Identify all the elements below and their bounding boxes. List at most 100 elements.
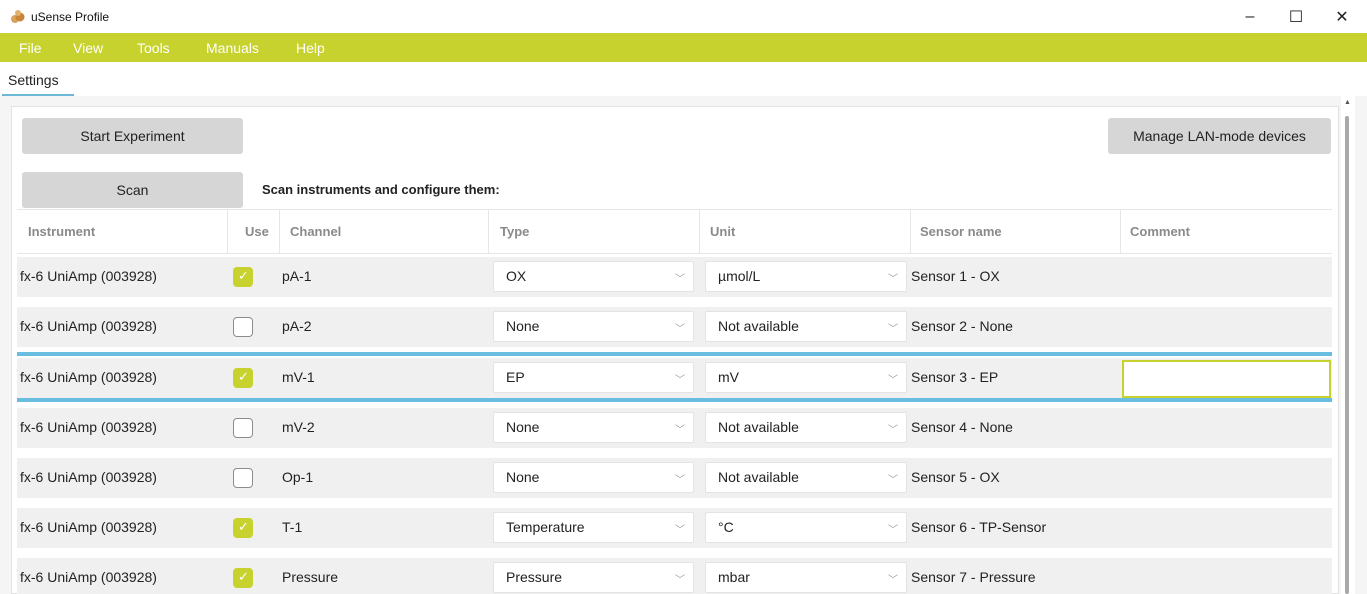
chevron-down-icon: ﹀	[888, 324, 898, 335]
type-dropdown[interactable]: None ﹀	[493, 412, 694, 443]
header-type: Type	[500, 224, 530, 239]
type-value: Temperature	[506, 519, 585, 535]
instrument-cell: fx-6 UniAmp (003928)	[20, 569, 157, 585]
channel-cell: Op-1	[282, 469, 314, 485]
channel-cell: Pressure	[282, 569, 339, 585]
use-checkbox[interactable]	[233, 317, 253, 337]
close-icon: ✕	[1335, 8, 1349, 26]
menu-manuals[interactable]: Manuals	[206, 40, 259, 56]
instrument-cell: fx-6 UniAmp (003928)	[20, 318, 157, 334]
column-divider	[910, 210, 911, 254]
selected-row-border-top	[17, 352, 1332, 356]
unit-dropdown[interactable]: Not available ﹀	[705, 462, 907, 493]
sensor-name-cell: Sensor 4 - None	[911, 419, 1013, 435]
table-row[interactable]: fx-6 UniAmp (003928) pA-2 None ﹀ Not availab…	[17, 307, 1332, 347]
manage-lan-devices-button[interactable]: Manage LAN-mode devices	[1108, 118, 1331, 154]
scan-button[interactable]: Scan	[22, 172, 243, 208]
chevron-down-icon: ﹀	[675, 475, 685, 486]
table-row[interactable]: fx-6 UniAmp (003928) Op-1 None ﹀ Not availab…	[17, 458, 1332, 498]
table-row[interactable]: fx-6 UniAmp (003928) ✓ mV-1 EP ﹀ mV ﹀ Sensor 3 …	[17, 358, 1332, 398]
table-row[interactable]: fx-6 UniAmp (003928) ✓ pA-1 OX ﹀ µmol/L ﹀ Senso…	[17, 257, 1332, 297]
channel-cell: pA-1	[282, 268, 312, 284]
table-row[interactable]: fx-6 UniAmp (003928) ✓ T-1 Temperature ﹀ °C ﹀ S…	[17, 508, 1332, 548]
chevron-down-icon: ﹀	[675, 525, 685, 536]
type-dropdown[interactable]: Pressure ﹀	[493, 562, 694, 593]
type-dropdown[interactable]: None ﹀	[493, 311, 694, 342]
column-divider	[227, 210, 228, 254]
use-checkbox[interactable]	[233, 468, 253, 488]
table-row[interactable]: fx-6 UniAmp (003928) mV-2 None ﹀ Not availab…	[17, 408, 1332, 448]
channel-cell: mV-1	[282, 369, 315, 385]
menu-bar: File View Tools Manuals Help	[0, 33, 1367, 62]
column-divider	[699, 210, 700, 254]
column-divider	[488, 210, 489, 254]
channel-cell: mV-2	[282, 419, 315, 435]
window-title: uSense Profile	[31, 10, 110, 24]
scrollbar-thumb[interactable]	[1345, 116, 1349, 594]
minimize-button[interactable]: –	[1227, 0, 1273, 33]
chevron-down-icon: ﹀	[675, 324, 685, 335]
unit-value: µmol/L	[718, 268, 761, 284]
header-unit: Unit	[710, 224, 736, 239]
type-value: None	[506, 419, 540, 435]
menu-view[interactable]: View	[73, 40, 103, 56]
unit-dropdown[interactable]: mbar ﹀	[705, 562, 907, 593]
chevron-down-icon: ﹀	[888, 425, 898, 436]
instrument-cell: fx-6 UniAmp (003928)	[20, 469, 157, 485]
header-channel: Channel	[290, 224, 342, 239]
type-dropdown[interactable]: Temperature ﹀	[493, 512, 694, 543]
unit-value: mV	[718, 369, 739, 385]
type-value: Pressure	[506, 569, 563, 585]
type-dropdown[interactable]: OX ﹀	[493, 261, 694, 292]
tab-settings[interactable]: Settings	[8, 72, 59, 88]
checkmark-icon: ✓	[238, 269, 249, 284]
instrument-cell: fx-6 UniAmp (003928)	[20, 519, 157, 535]
sensor-name-cell: Sensor 3 - EP	[911, 369, 999, 385]
start-experiment-button[interactable]: Start Experiment	[22, 118, 243, 154]
sensor-name-cell: Sensor 7 - Pressure	[911, 569, 1036, 585]
menu-file[interactable]: File	[19, 40, 42, 56]
unit-value: Not available	[718, 318, 799, 334]
column-divider	[1120, 210, 1121, 254]
use-checkbox[interactable]: ✓	[233, 368, 253, 388]
use-checkbox[interactable]	[233, 418, 253, 438]
chevron-down-icon: ﹀	[888, 575, 898, 586]
unit-value: Not available	[718, 419, 799, 435]
scroll-up-icon[interactable]: ▲	[1344, 99, 1351, 106]
type-dropdown[interactable]: None ﹀	[493, 462, 694, 493]
instrument-cell: fx-6 UniAmp (003928)	[20, 268, 157, 284]
maximize-button[interactable]: ☐	[1273, 0, 1319, 33]
unit-dropdown[interactable]: µmol/L ﹀	[705, 261, 907, 292]
chevron-down-icon: ﹀	[675, 274, 685, 285]
channel-cell: pA-2	[282, 318, 312, 334]
type-dropdown[interactable]: EP ﹀	[493, 362, 694, 393]
unit-dropdown[interactable]: °C ﹀	[705, 512, 907, 543]
maximize-icon: ☐	[1288, 8, 1304, 26]
chevron-down-icon: ﹀	[675, 425, 685, 436]
instrument-cell: fx-6 UniAmp (003928)	[20, 419, 157, 435]
tab-strip: Settings	[0, 62, 1367, 96]
chevron-down-icon: ﹀	[888, 475, 898, 486]
checkmark-icon: ✓	[238, 520, 249, 535]
checkmark-icon: ✓	[238, 370, 249, 385]
header-comment: Comment	[1130, 224, 1190, 239]
type-value: None	[506, 469, 540, 485]
use-checkbox[interactable]: ✓	[233, 518, 253, 538]
use-checkbox[interactable]: ✓	[233, 568, 253, 588]
table-row[interactable]: fx-6 UniAmp (003928) ✓ Pressure Pressure ﹀ mb…	[17, 558, 1332, 594]
use-checkbox[interactable]: ✓	[233, 267, 253, 287]
channel-cell: T-1	[282, 519, 303, 535]
sensor-name-cell: Sensor 5 - OX	[911, 469, 1000, 485]
comment-input[interactable]	[1122, 360, 1331, 398]
chevron-down-icon: ﹀	[888, 525, 898, 536]
column-divider	[279, 210, 280, 254]
unit-dropdown[interactable]: mV ﹀	[705, 362, 907, 393]
menu-tools[interactable]: Tools	[137, 40, 170, 56]
menu-help[interactable]: Help	[296, 40, 325, 56]
chevron-down-icon: ﹀	[888, 375, 898, 386]
sensor-name-cell: Sensor 1 - OX	[911, 268, 1000, 284]
close-button[interactable]: ✕	[1319, 0, 1365, 33]
unit-dropdown[interactable]: Not available ﹀	[705, 311, 907, 342]
unit-dropdown[interactable]: Not available ﹀	[705, 412, 907, 443]
unit-value: Not available	[718, 469, 799, 485]
